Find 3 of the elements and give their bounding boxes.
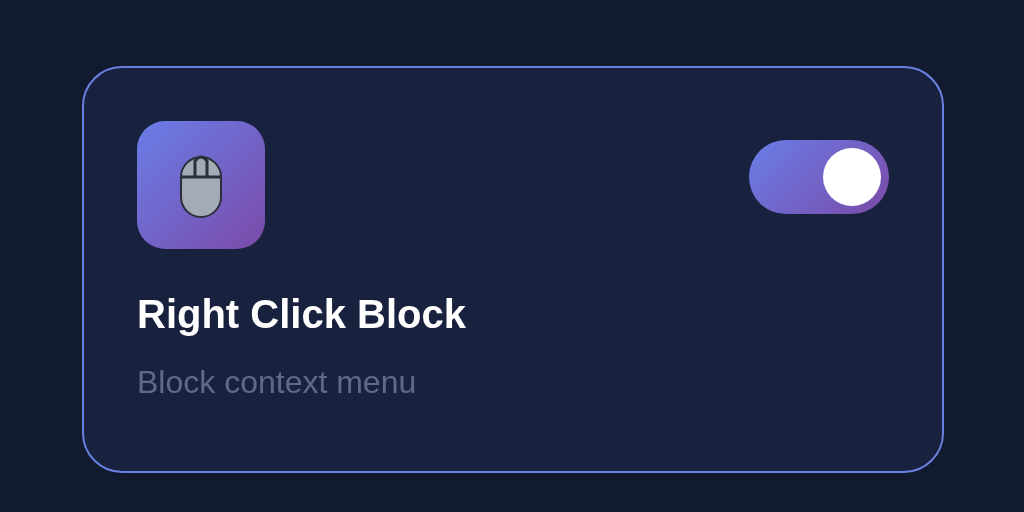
card-title: Right Click Block bbox=[137, 291, 467, 337]
mouse-icon bbox=[137, 121, 265, 249]
card-description: Block context menu bbox=[137, 363, 418, 401]
